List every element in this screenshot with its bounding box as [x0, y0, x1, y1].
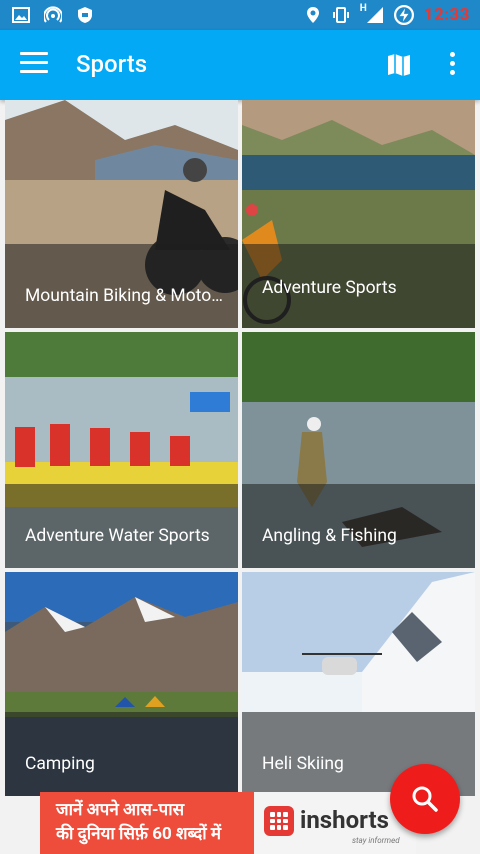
map-icon[interactable] — [386, 52, 412, 78]
category-tile-water-sports[interactable]: Adventure Water Sports — [5, 332, 238, 568]
ad-banner[interactable]: जानें अपने आस-पास की दुनिया सिर्फ़ 60 शब… — [40, 792, 416, 854]
category-tile-camping[interactable]: Camping — [5, 572, 238, 796]
ad-brand-name: inshorts — [300, 806, 389, 834]
ad-hindi-line2: की दुनिया सिर्फ़ 60 शब्दों में — [56, 824, 222, 844]
category-label: Adventure Water Sports — [25, 526, 210, 546]
ad-tagline: stay informed — [352, 836, 400, 845]
ad-hindi-line1: जानें अपने आस-पास — [56, 800, 185, 820]
category-label: Mountain Biking & Motorbiking — [25, 286, 228, 306]
category-tile-adventure-sports[interactable]: Adventure Sports — [242, 100, 475, 328]
status-bar: H 12:33 — [0, 0, 480, 30]
category-tile-angling-fishing[interactable]: Angling & Fishing — [242, 332, 475, 568]
category-label: Angling & Fishing — [262, 526, 397, 546]
search-fab[interactable] — [390, 764, 460, 834]
inshorts-logo-icon — [264, 806, 294, 836]
app-bar: Sports — [0, 30, 480, 100]
search-icon — [412, 786, 438, 812]
category-tile-mountain-biking[interactable]: Mountain Biking & Motorbiking — [5, 100, 238, 328]
page-title: Sports — [76, 50, 148, 78]
ad-hindi-text: जानें अपने आस-पास की दुनिया सिर्फ़ 60 शब… — [40, 792, 254, 854]
clock: 12:33 — [423, 5, 470, 25]
category-tile-heli-skiing[interactable]: Heli Skiing — [242, 572, 475, 796]
shield-icon — [78, 7, 92, 23]
category-label: Adventure Sports — [262, 278, 397, 298]
image-icon — [12, 7, 30, 23]
battery-charging-icon — [393, 5, 414, 25]
more-vert-icon[interactable] — [446, 52, 458, 78]
signal-icon: H — [360, 3, 384, 24]
category-label: Camping — [25, 754, 95, 774]
menu-icon[interactable] — [20, 52, 48, 76]
location-icon — [306, 7, 319, 23]
hotspot-icon — [44, 6, 62, 23]
vibrate-icon — [332, 7, 349, 23]
